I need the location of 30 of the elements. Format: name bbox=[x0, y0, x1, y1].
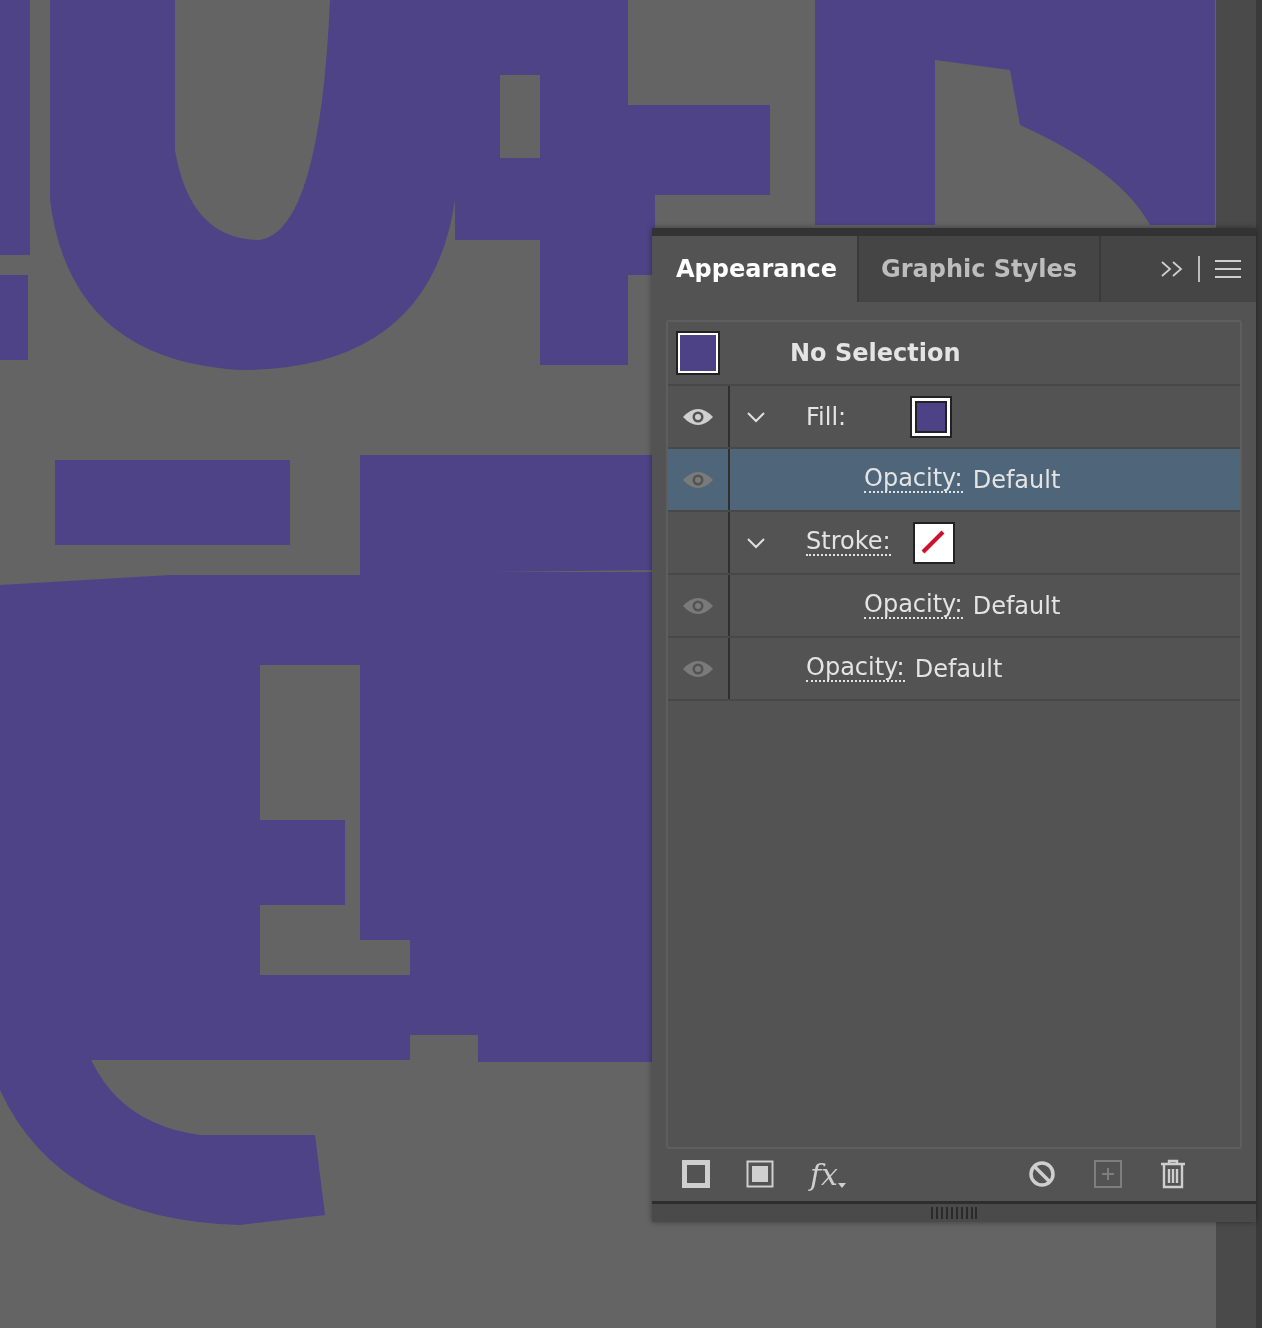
eye-icon[interactable] bbox=[682, 406, 714, 427]
color-swatch[interactable] bbox=[676, 331, 720, 375]
menu-icon[interactable] bbox=[1214, 259, 1242, 279]
color-swatch[interactable] bbox=[910, 395, 953, 438]
double-chevron-icon[interactable] bbox=[1160, 260, 1184, 278]
appearance-row[interactable]: Opacity: Default bbox=[668, 638, 1240, 701]
no-sign-icon[interactable] bbox=[1028, 1160, 1056, 1188]
fill-square-icon[interactable] bbox=[746, 1160, 774, 1188]
panel-tab[interactable]: Graphic Styles bbox=[859, 236, 1102, 302]
chevron-icon[interactable] bbox=[746, 536, 766, 549]
attribute-link[interactable]: Opacity: bbox=[806, 654, 905, 683]
trash-icon[interactable] bbox=[1160, 1159, 1186, 1189]
attribute-value: Default bbox=[972, 591, 1061, 620]
panel-tab[interactable]: Appearance bbox=[652, 236, 860, 302]
attribute-value: Default bbox=[914, 654, 1003, 683]
attribute-link[interactable]: Stroke: bbox=[806, 528, 891, 557]
chevron-icon[interactable] bbox=[746, 410, 766, 423]
appearance-row[interactable]: Stroke: bbox=[668, 512, 1240, 575]
color-swatch[interactable] bbox=[912, 521, 955, 564]
attribute-link[interactable]: Opacity: bbox=[864, 465, 963, 494]
appearance-row[interactable]: Opacity: Default bbox=[668, 575, 1240, 638]
stroke-square-icon[interactable] bbox=[682, 1160, 710, 1188]
attribute-label: Fill: bbox=[806, 402, 847, 431]
appearance-row[interactable]: Opacity: Default bbox=[668, 449, 1240, 512]
attribute-link[interactable]: Opacity: bbox=[864, 591, 963, 620]
caret-icon bbox=[838, 1182, 847, 1188]
attribute-value: Default bbox=[972, 465, 1061, 494]
resize-grip-icon[interactable] bbox=[930, 1207, 978, 1219]
selection-title: No Selection bbox=[790, 339, 961, 367]
effects-button[interactable]: fx bbox=[810, 1156, 847, 1192]
